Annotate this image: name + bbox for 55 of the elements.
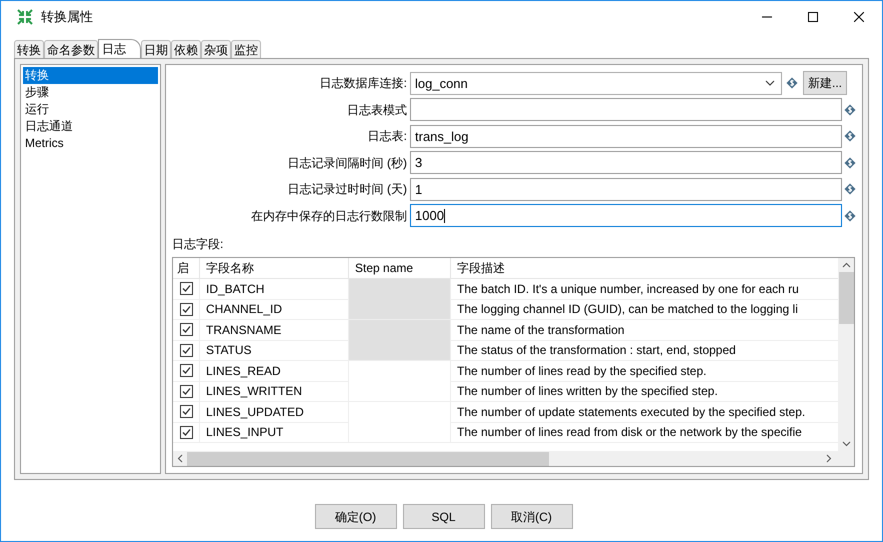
dropdown-caret-icon xyxy=(765,80,775,86)
variable-icon xyxy=(844,210,856,222)
scrollbar-thumb[interactable] xyxy=(187,452,549,466)
column-header[interactable]: 启 xyxy=(173,258,199,278)
log-fields-label: 日志字段: xyxy=(172,236,224,253)
checkbox[interactable] xyxy=(180,384,192,398)
variable-icon xyxy=(786,77,798,90)
variable-icon xyxy=(844,183,856,196)
input-field[interactable]: 3 xyxy=(410,151,842,174)
close-icon xyxy=(854,12,864,22)
input-field[interactable] xyxy=(410,98,842,122)
horizontal-scrollbar[interactable] xyxy=(173,451,854,466)
field-label: 在内存中保存的日志行数限制 xyxy=(250,208,408,225)
checkbox[interactable] xyxy=(180,323,192,336)
checkbox[interactable] xyxy=(180,405,192,418)
tab[interactable]: 监控 xyxy=(231,40,261,58)
category-item[interactable]: Metrics xyxy=(23,135,158,152)
vertical-scrollbar[interactable] xyxy=(838,258,854,451)
tab[interactable]: 杂项 xyxy=(201,40,231,58)
scrollbar-thumb[interactable] xyxy=(838,272,854,324)
input-field[interactable]: 1000 xyxy=(410,204,842,228)
field-label: 日志表模式 xyxy=(346,102,408,119)
window-title: 转换属性 xyxy=(41,8,93,26)
checkbox[interactable] xyxy=(180,364,192,378)
variable-icon xyxy=(844,156,856,169)
checkbox[interactable] xyxy=(180,344,192,357)
dialog-button[interactable]: 取消(C) xyxy=(490,504,572,529)
app-logo-icon xyxy=(17,8,33,24)
field-label: 日志记录过时时间 (天) xyxy=(286,181,408,198)
input-field[interactable]: 1 xyxy=(410,178,842,201)
dialog-button[interactable]: 确定(O) xyxy=(314,504,396,529)
tab[interactable]: 日期 xyxy=(141,40,171,58)
category-item[interactable]: 转换 xyxy=(23,67,158,84)
column-header[interactable]: 字段名称 xyxy=(199,258,348,278)
field-label: 日志表: xyxy=(366,128,408,146)
tab[interactable]: 日志 xyxy=(98,39,141,58)
new-connection-button[interactable]: 新建... xyxy=(803,71,848,96)
variable-icon xyxy=(844,130,856,142)
tab[interactable]: 命名参数 xyxy=(44,40,98,58)
tab[interactable]: 转换 xyxy=(14,40,44,58)
maximize-icon xyxy=(808,12,818,22)
category-item[interactable]: 运行 xyxy=(23,101,158,118)
checkbox[interactable] xyxy=(180,282,192,296)
variable-icon xyxy=(844,104,856,116)
field-label: 日志记录间隔时间 (秒) xyxy=(286,154,408,172)
text-cursor xyxy=(444,208,445,223)
checkbox[interactable] xyxy=(180,302,192,316)
input-field[interactable]: trans_log xyxy=(410,124,842,148)
dialog-button[interactable]: SQL xyxy=(402,504,484,529)
connection-dropdown[interactable]: log_conn xyxy=(410,72,782,95)
field-label: 日志数据库连接: xyxy=(318,75,408,92)
category-item[interactable]: 步骤 xyxy=(23,84,158,101)
tab[interactable]: 依赖 xyxy=(171,40,201,58)
category-item[interactable]: 日志通道 xyxy=(23,118,158,135)
checkbox[interactable] xyxy=(180,426,192,439)
